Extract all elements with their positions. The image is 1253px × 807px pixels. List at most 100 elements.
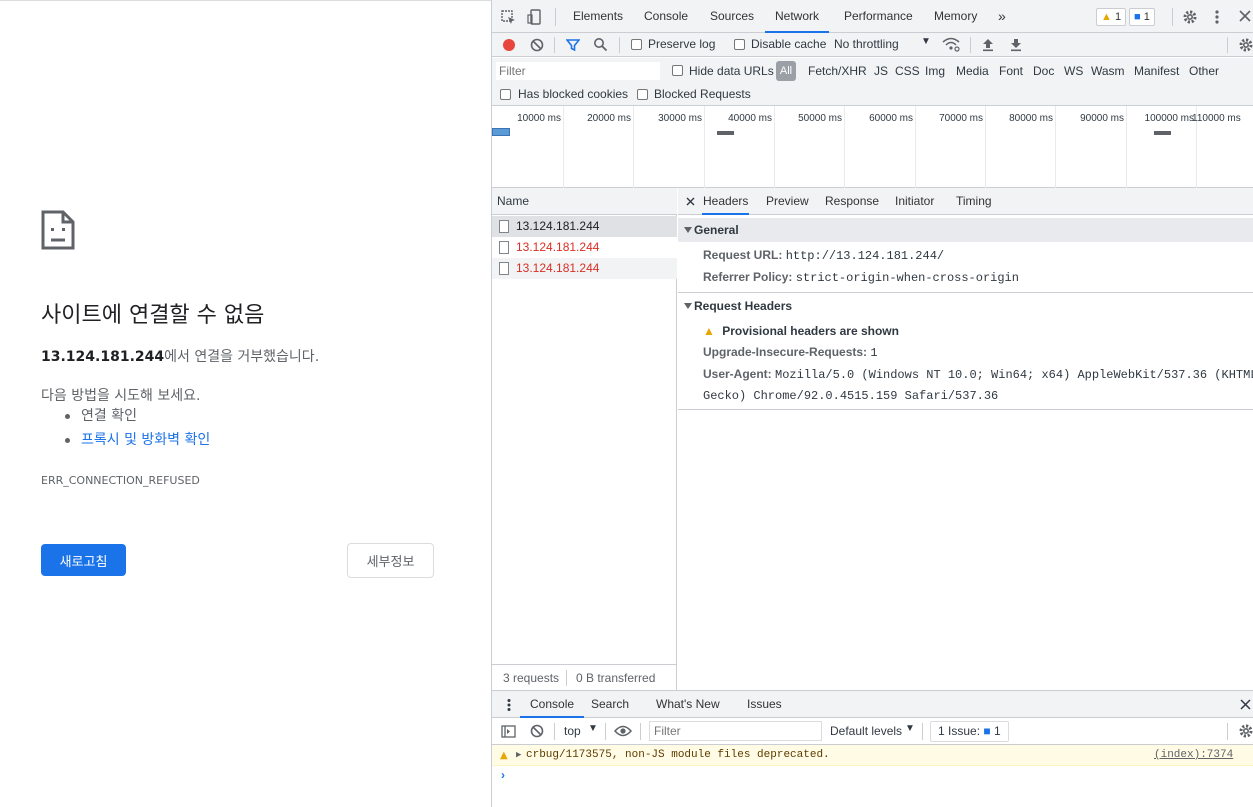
tab-memory[interactable]: Memory bbox=[934, 0, 977, 33]
settings-gear-icon[interactable] bbox=[1182, 9, 1198, 25]
record-icon[interactable] bbox=[502, 38, 516, 52]
live-expression-eye-icon[interactable] bbox=[614, 725, 632, 737]
filter-type-img[interactable]: Img bbox=[925, 64, 945, 78]
detail-tab-initiator[interactable]: Initiator bbox=[895, 188, 934, 215]
filter-type-media[interactable]: Media bbox=[956, 64, 989, 78]
detail-tab-headers[interactable]: Headers bbox=[702, 188, 750, 215]
network-settings-gear-icon[interactable] bbox=[1238, 37, 1253, 53]
export-har-download-icon[interactable] bbox=[1010, 37, 1022, 52]
details-button[interactable]: 세부정보 bbox=[347, 543, 434, 578]
request-headers-section-header[interactable]: Request Headers bbox=[678, 294, 1253, 318]
blocked-requests-label: Blocked Requests bbox=[654, 87, 751, 101]
drawer-tab-issues[interactable]: Issues bbox=[747, 691, 782, 718]
warnings-badge[interactable]: ▲ 1 bbox=[1096, 8, 1127, 26]
name-column-header[interactable]: Name bbox=[492, 188, 677, 215]
timeline-gridline bbox=[915, 106, 916, 188]
toolbar-divider bbox=[619, 37, 620, 53]
filter-type-ws[interactable]: WS bbox=[1064, 64, 1083, 78]
close-detail-icon[interactable] bbox=[686, 197, 695, 206]
more-options-kebab-icon[interactable] bbox=[1214, 9, 1220, 25]
tab-performance[interactable]: Performance bbox=[844, 0, 913, 33]
devtools-main-tabbar: Elements Console Sources Network Perform… bbox=[492, 0, 1253, 33]
filter-type-manifest[interactable]: Manifest bbox=[1134, 64, 1179, 78]
warning-icon: ▲ bbox=[1101, 11, 1112, 23]
log-levels-select[interactable]: Default levels bbox=[830, 724, 902, 738]
drawer-tab-console[interactable]: Console bbox=[520, 691, 585, 718]
upgrade-insecure-value: 1 bbox=[870, 346, 878, 360]
toolbar-divider bbox=[1227, 37, 1228, 53]
request-row-failed[interactable]: 13.124.181.244 bbox=[492, 258, 677, 279]
drawer-tab-whats-new[interactable]: What's New bbox=[656, 691, 720, 718]
throttling-chevron-down-icon[interactable]: ▼ bbox=[921, 36, 931, 47]
tab-network[interactable]: Network bbox=[765, 0, 830, 33]
filter-type-other[interactable]: Other bbox=[1189, 64, 1219, 78]
filter-type-fetch-xhr[interactable]: Fetch/XHR bbox=[808, 64, 867, 78]
messages-count: 1 bbox=[1143, 11, 1150, 23]
context-selector[interactable]: top bbox=[564, 724, 581, 738]
detail-tab-preview[interactable]: Preview bbox=[766, 188, 809, 215]
show-sidebar-icon[interactable] bbox=[501, 725, 516, 738]
network-filter-bar-secondary: Has blocked cookies Blocked Requests bbox=[492, 84, 1253, 106]
throttling-select[interactable]: No throttling bbox=[834, 37, 899, 51]
network-filter-input[interactable] bbox=[496, 62, 660, 80]
user-agent-row-continued: Gecko) Chrome/92.0.4515.159 Safari/537.3… bbox=[703, 388, 998, 403]
tab-sources[interactable]: Sources bbox=[710, 0, 754, 33]
close-drawer-icon[interactable] bbox=[1240, 699, 1251, 710]
messages-badge[interactable]: ■ 1 bbox=[1129, 8, 1155, 26]
network-conditions-wifi-icon[interactable] bbox=[942, 37, 960, 52]
expand-message-triangle-icon[interactable]: ▶ bbox=[516, 745, 521, 766]
has-blocked-cookies-checkbox[interactable] bbox=[500, 89, 511, 100]
context-chevron-down-icon[interactable]: ▼ bbox=[588, 723, 598, 734]
filter-type-wasm[interactable]: Wasm bbox=[1091, 64, 1125, 78]
warnings-count: 1 bbox=[1114, 11, 1122, 23]
clear-console-icon[interactable] bbox=[530, 724, 544, 738]
drawer-tabbar: Console Search What's New Issues bbox=[492, 690, 1253, 718]
reload-button[interactable]: 새로고침 bbox=[41, 544, 126, 576]
has-blocked-cookies-label: Has blocked cookies bbox=[518, 87, 629, 101]
disable-cache-checkbox[interactable] bbox=[734, 39, 745, 50]
levels-chevron-down-icon[interactable]: ▼ bbox=[905, 723, 915, 734]
filter-type-doc[interactable]: Doc bbox=[1033, 64, 1054, 78]
import-har-upload-icon[interactable] bbox=[982, 37, 994, 52]
general-section-header[interactable]: General bbox=[678, 218, 1253, 242]
request-row-failed[interactable]: 13.124.181.244 bbox=[492, 237, 677, 258]
console-message-source-link[interactable]: (index):7374 bbox=[1154, 745, 1233, 766]
clear-log-icon[interactable] bbox=[530, 38, 544, 52]
request-row-selected[interactable]: 13.124.181.244 bbox=[492, 216, 677, 237]
filter-type-js[interactable]: JS bbox=[874, 64, 888, 78]
detail-tab-timing[interactable]: Timing bbox=[956, 188, 992, 215]
tab-console[interactable]: Console bbox=[644, 0, 688, 33]
detail-tab-response[interactable]: Response bbox=[825, 188, 879, 215]
blocked-requests-checkbox[interactable] bbox=[637, 89, 648, 100]
toolbar-divider bbox=[605, 723, 606, 740]
console-warning-message[interactable]: ▲ ▶ crbug/1173575, non-JS module files d… bbox=[492, 745, 1253, 766]
error-code: ERR_CONNECTION_REFUSED bbox=[41, 474, 200, 487]
request-name: 13.124.181.244 bbox=[516, 240, 600, 254]
inspect-element-icon[interactable] bbox=[501, 10, 516, 25]
console-message-text: crbug/1173575, non-JS module files depre… bbox=[526, 749, 830, 761]
toolbar-divider bbox=[554, 723, 555, 740]
suggestion-check-proxy-link[interactable]: 프록시 및 방화벽 확인 bbox=[63, 430, 210, 454]
close-devtools-icon[interactable] bbox=[1239, 10, 1251, 22]
console-filter-input[interactable] bbox=[649, 721, 822, 741]
console-settings-gear-icon[interactable] bbox=[1238, 723, 1253, 739]
drawer-tab-search[interactable]: Search bbox=[591, 691, 629, 718]
network-overview-timeline[interactable]: 10000 ms 20000 ms 30000 ms 40000 ms 5000… bbox=[492, 106, 1253, 188]
tab-elements[interactable]: Elements bbox=[573, 0, 623, 33]
issues-counter-button[interactable]: 1 Issue: ■ 1 bbox=[930, 721, 1009, 742]
filter-type-all[interactable]: All bbox=[776, 61, 796, 81]
device-toolbar-icon[interactable] bbox=[527, 9, 542, 25]
preserve-log-checkbox[interactable] bbox=[631, 39, 642, 50]
filter-type-font[interactable]: Font bbox=[999, 64, 1023, 78]
console-prompt[interactable]: › bbox=[492, 766, 1253, 784]
timeline-gridline bbox=[985, 106, 986, 188]
drawer-menu-kebab-icon[interactable] bbox=[506, 698, 512, 712]
filter-funnel-icon[interactable] bbox=[566, 38, 580, 52]
hide-data-urls-checkbox[interactable] bbox=[672, 65, 683, 76]
more-tabs-button[interactable]: » bbox=[998, 0, 1006, 33]
search-icon[interactable] bbox=[593, 37, 608, 52]
devtools-panel: Elements Console Sources Network Perform… bbox=[491, 0, 1253, 807]
upgrade-insecure-key: Upgrade-Insecure-Requests: bbox=[703, 345, 868, 359]
filter-type-css[interactable]: CSS bbox=[895, 64, 920, 78]
timeline-gridline bbox=[563, 106, 564, 188]
